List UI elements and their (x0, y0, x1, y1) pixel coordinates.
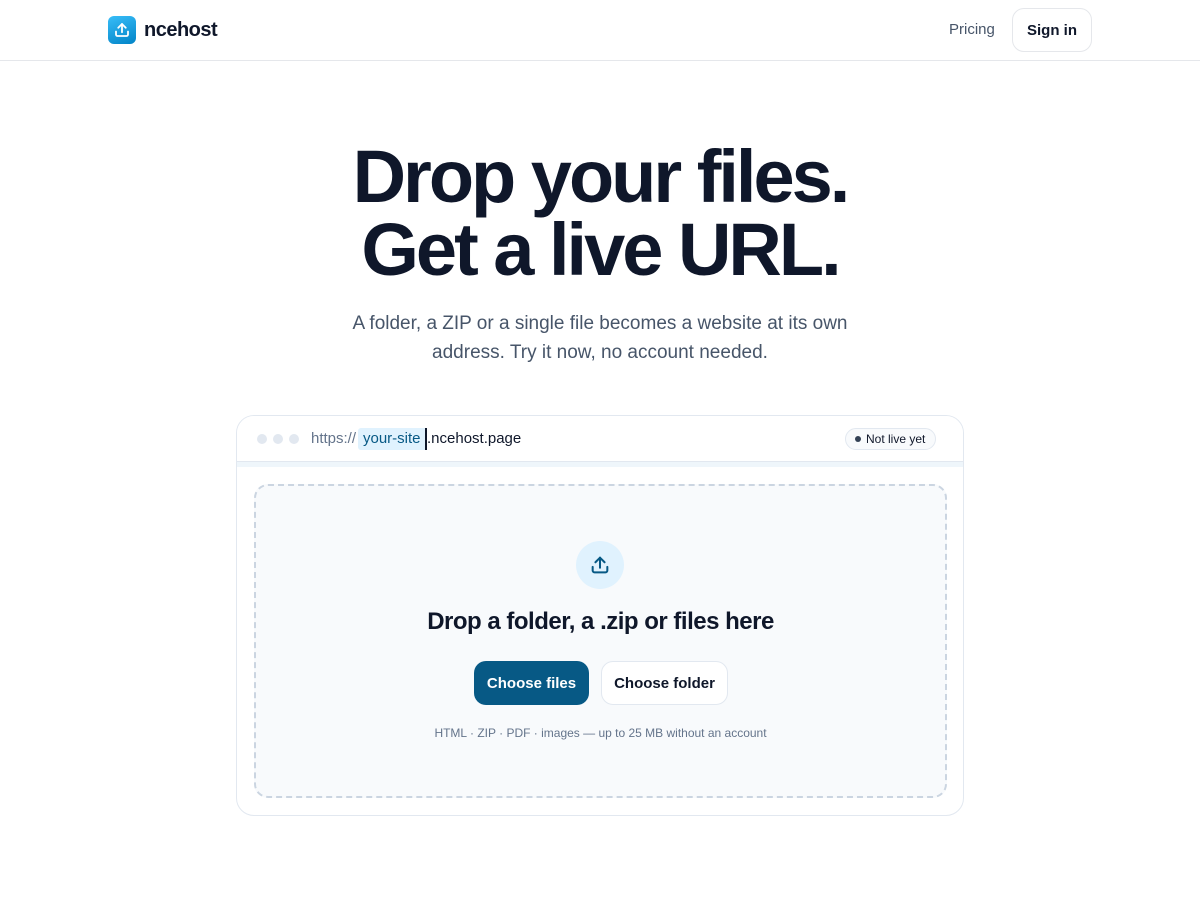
hero-subtitle: A folder, a ZIP or a single file becomes… (352, 313, 848, 363)
url-prefix: https:// (311, 430, 357, 447)
url-bar-divider (237, 462, 963, 467)
drop-zone[interactable]: Drop a folder, a .zip or files here Choo… (254, 484, 947, 798)
sign-in-button[interactable]: Sign in (1012, 8, 1092, 52)
upload-icon (576, 541, 624, 589)
window-dot-icon (257, 434, 267, 444)
upload-hint: HTML · ZIP · PDF · images — up to 25 MB … (434, 726, 767, 740)
upload-card: https:// your-site .ncehost.page Not liv… (236, 415, 964, 816)
subdomain-input[interactable]: your-site (358, 428, 427, 450)
hero-title-line-2: Get a live URL. (361, 208, 841, 291)
hero-title-line-1: Drop your files. (352, 135, 851, 218)
window-dot-icon (289, 434, 299, 444)
upload-icon (108, 16, 136, 44)
status-badge: Not live yet (845, 428, 937, 450)
window-dot-icon (273, 434, 283, 444)
hero-title: Drop your files. Get a live URL. (0, 135, 1200, 291)
site-header: ncehost Pricing Sign in (0, 0, 1200, 61)
pricing-link[interactable]: Pricing (949, 21, 995, 38)
choose-folder-button[interactable]: Choose folder (601, 661, 728, 705)
choose-files-button[interactable]: Choose files (474, 661, 589, 705)
drop-zone-title: Drop a folder, a .zip or files here (427, 608, 774, 635)
brand-name: ncehost (144, 18, 218, 41)
brand[interactable]: ncehost (108, 16, 218, 44)
url-domain: .ncehost.page (427, 430, 522, 447)
url-preview-bar: https:// your-site .ncehost.page Not liv… (237, 416, 963, 462)
